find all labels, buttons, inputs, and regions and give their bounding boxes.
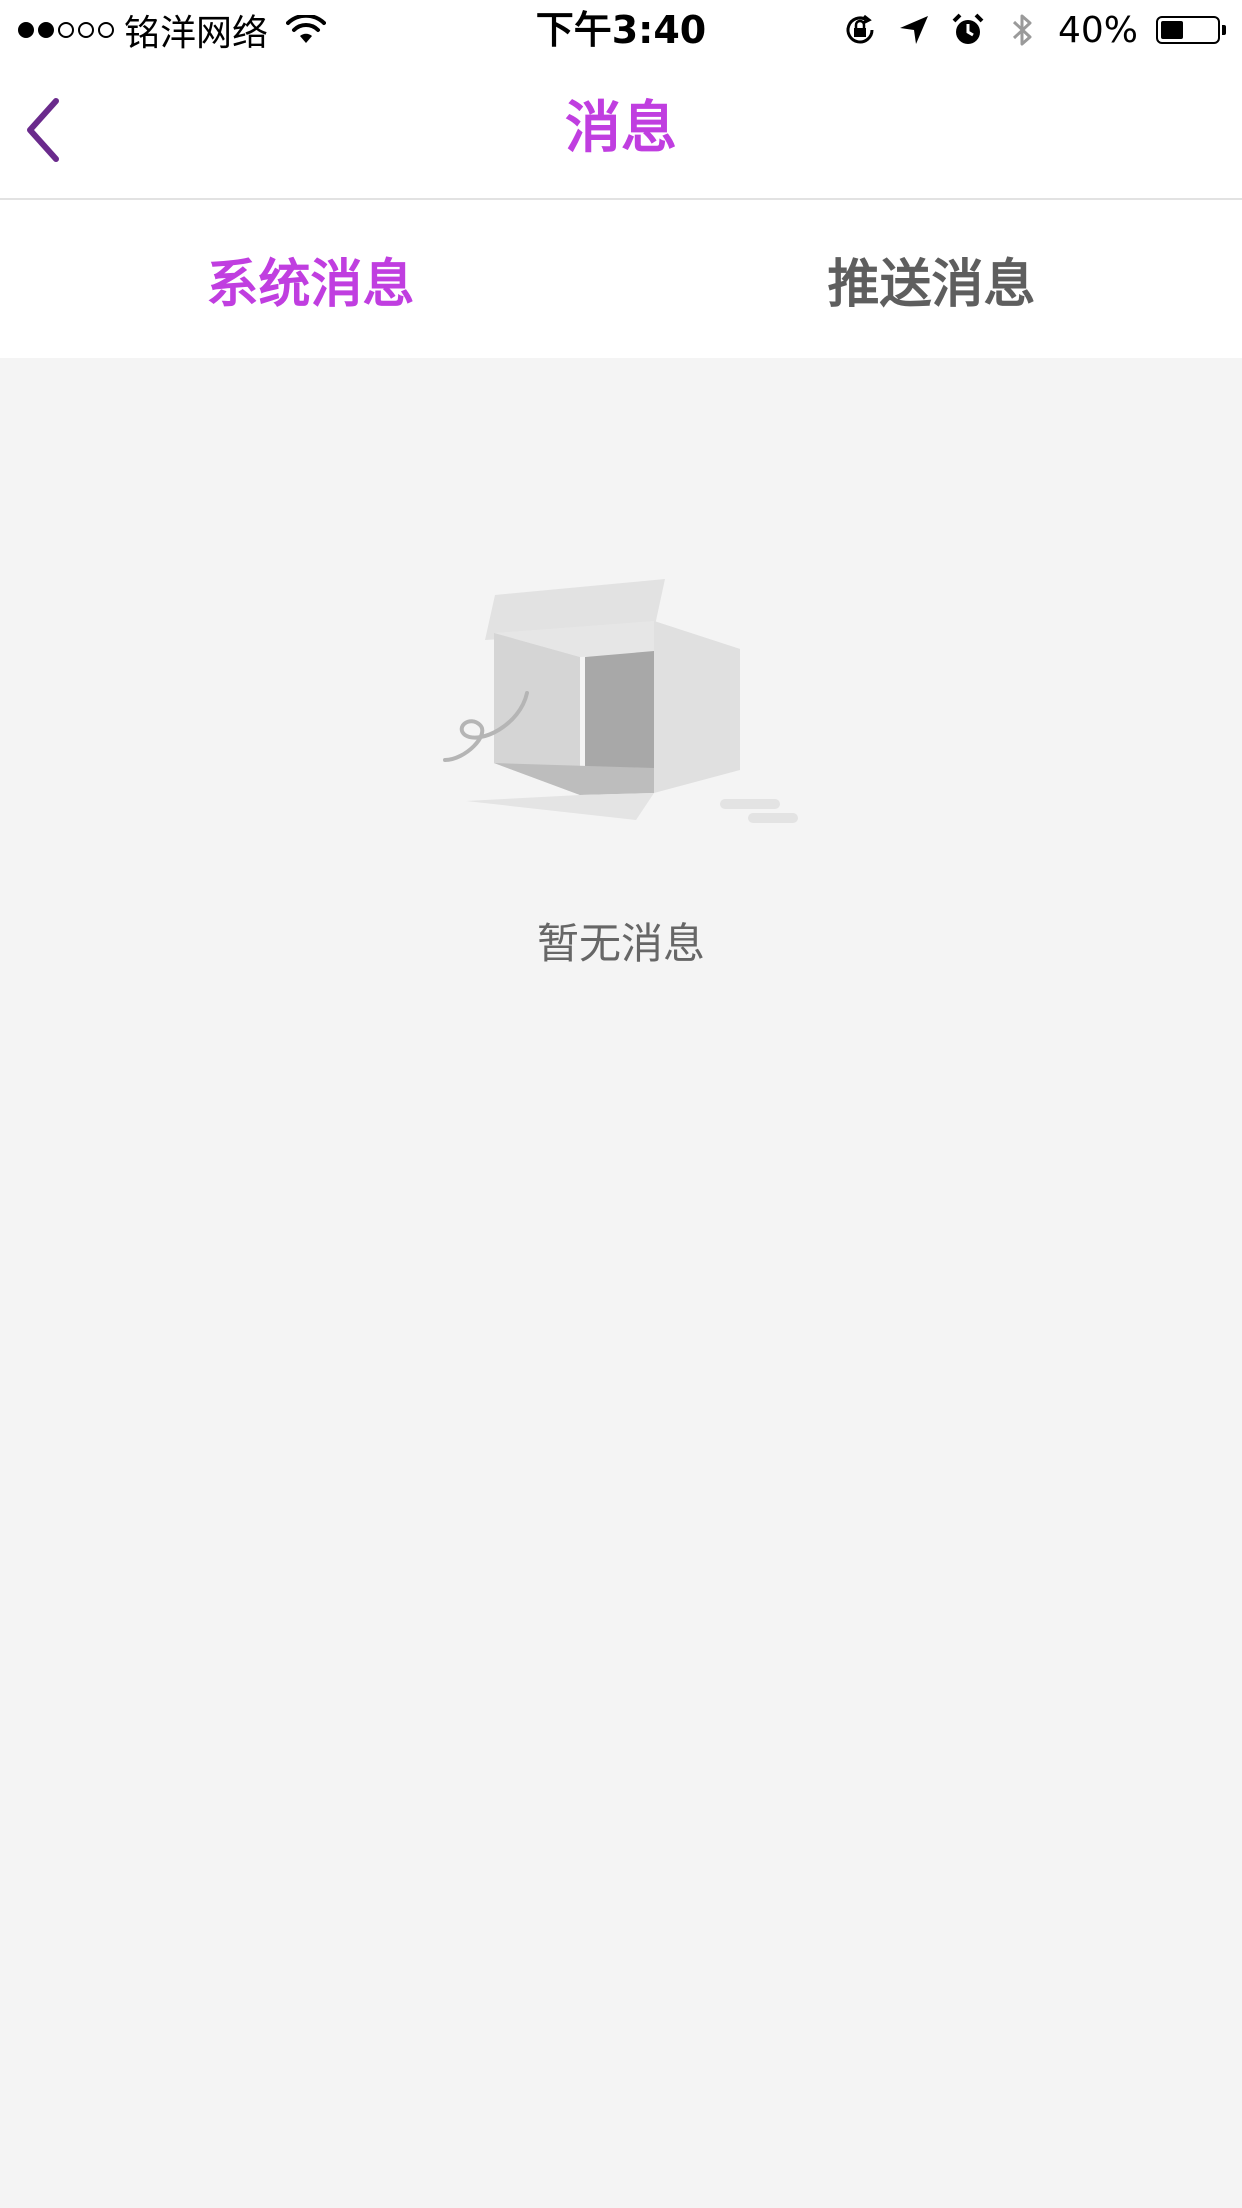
empty-state-text: 暂无消息	[536, 919, 705, 968]
battery-tip	[1222, 25, 1226, 35]
tab-bar: 系统消息 推送消息	[0, 200, 1242, 358]
battery-icon	[1156, 16, 1226, 44]
battery-fill	[1161, 21, 1183, 39]
status-bar-right: 40%	[842, 8, 1226, 52]
page-title: 消息	[565, 96, 677, 161]
tab-push-messages[interactable]: 推送消息	[621, 200, 1242, 358]
nav-bar: 消息	[0, 60, 1242, 200]
empty-box-icon	[443, 579, 798, 823]
battery-body	[1156, 16, 1220, 44]
rotation-lock-icon	[846, 14, 874, 44]
alarm-icon	[952, 13, 984, 44]
tab-system-messages[interactable]: 系统消息	[0, 200, 621, 358]
bluetooth-icon	[1012, 14, 1032, 46]
status-bar: 铭洋网络 下午3:40 40%	[0, 0, 1242, 60]
location-arrow-icon	[899, 16, 928, 44]
battery-percent: 40%	[1057, 9, 1138, 51]
